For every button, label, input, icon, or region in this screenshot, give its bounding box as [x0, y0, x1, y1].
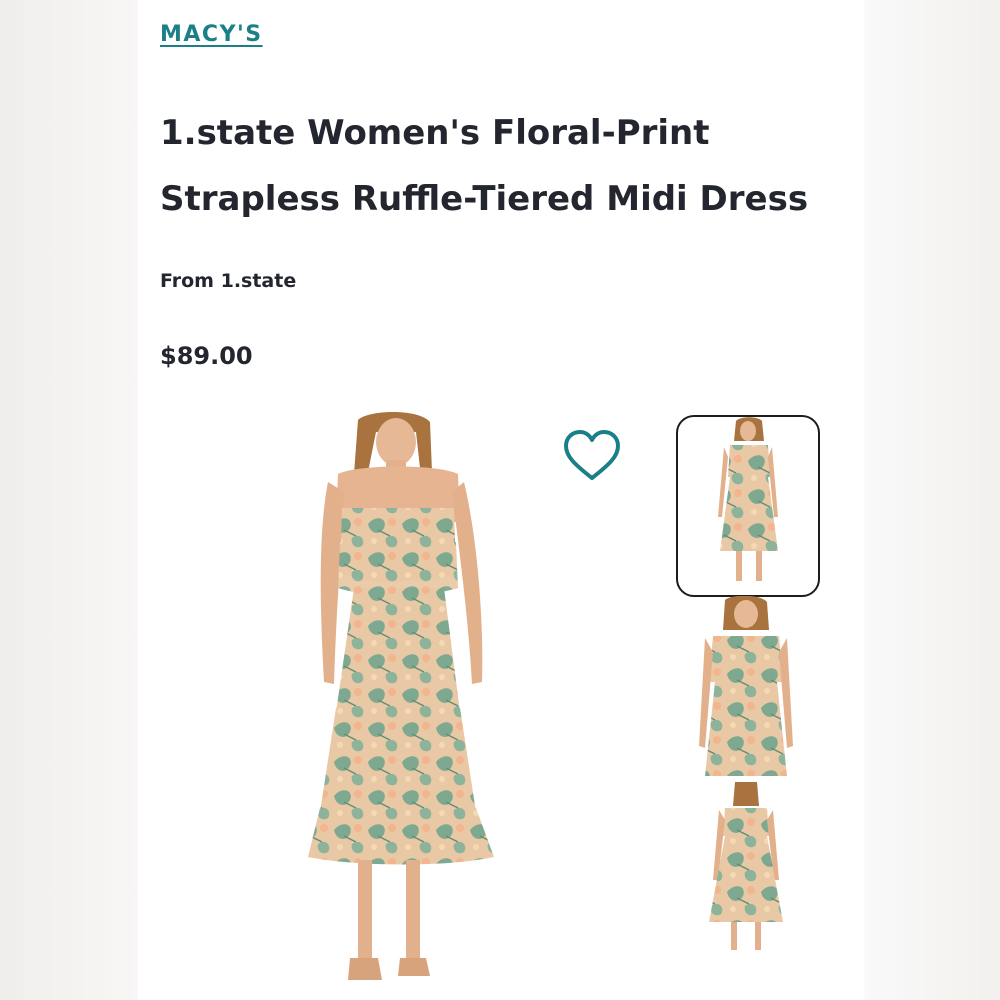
left-backdrop — [0, 0, 140, 1000]
product-card: MACY'S 1.state Women's Floral-Print Stra… — [138, 0, 864, 1000]
thumbnail-3[interactable] — [691, 780, 831, 956]
main-product-image[interactable] — [298, 412, 538, 992]
wishlist-heart-icon[interactable] — [562, 428, 622, 484]
product-title: 1.state Women's Floral-Print Strapless R… — [160, 113, 809, 219]
thumbnail-2[interactable] — [691, 596, 831, 778]
store-link[interactable]: MACY'S — [160, 22, 263, 47]
brand-line[interactable]: From 1.state — [160, 270, 296, 292]
thumbnail-1-selected[interactable] — [676, 415, 820, 597]
product-price: $89.00 — [160, 342, 253, 370]
right-backdrop — [860, 0, 1000, 1000]
